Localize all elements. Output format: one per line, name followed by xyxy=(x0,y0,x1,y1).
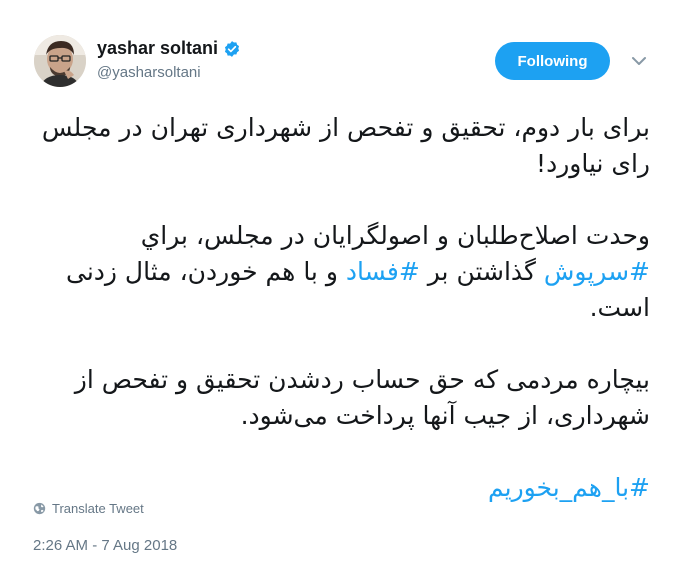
hashtag-link[interactable]: #سرپوش xyxy=(544,257,650,286)
tweet-text: برای بار دوم، تحقیق و تفحص از شهرداری ته… xyxy=(30,110,650,506)
tweet-paragraph: بیچاره مردمی که حق حساب ردشدن تحقیق و تف… xyxy=(30,362,650,434)
hashtag-link[interactable]: #فساد xyxy=(346,257,420,286)
user-names: yashar soltani @yasharsoltani xyxy=(97,38,241,81)
tweet-text-segment: بیچاره مردمی که حق حساب ردشدن تحقیق و تف… xyxy=(74,365,650,430)
display-name[interactable]: yashar soltani xyxy=(97,38,218,59)
tweet-text-segment: گذاشتن بر xyxy=(419,257,544,286)
tweet-paragraph: برای بار دوم، تحقیق و تفحص از شهرداری ته… xyxy=(30,110,650,182)
tweet-text-segment: برای بار دوم، تحقیق و تفحص از شهرداری ته… xyxy=(41,113,650,178)
verified-badge-icon xyxy=(223,40,241,58)
tweet-card: yashar soltani @yasharsoltani Following … xyxy=(0,0,687,561)
avatar-image xyxy=(34,35,86,87)
translate-tweet-link[interactable]: Translate Tweet xyxy=(33,501,144,516)
translate-label: Translate Tweet xyxy=(52,501,144,516)
tweet-timestamp[interactable]: 2:26 AM - 7 Aug 2018 xyxy=(33,537,177,554)
tweet-text-segment: وحدت اصلاح‌طلبان و اصولگرایان در مجلس، ب… xyxy=(140,221,650,250)
display-name-row: yashar soltani xyxy=(97,38,241,59)
following-button[interactable]: Following xyxy=(495,42,610,80)
avatar[interactable] xyxy=(34,35,86,87)
chevron-down-icon[interactable] xyxy=(631,54,647,66)
tweet-paragraph: وحدت اصلاح‌طلبان و اصولگرایان در مجلس، ب… xyxy=(30,218,650,326)
hashtag-link[interactable]: #با_هم_بخوریم xyxy=(488,473,650,502)
user-handle[interactable]: @yasharsoltani xyxy=(97,64,241,81)
globe-icon xyxy=(33,502,46,515)
